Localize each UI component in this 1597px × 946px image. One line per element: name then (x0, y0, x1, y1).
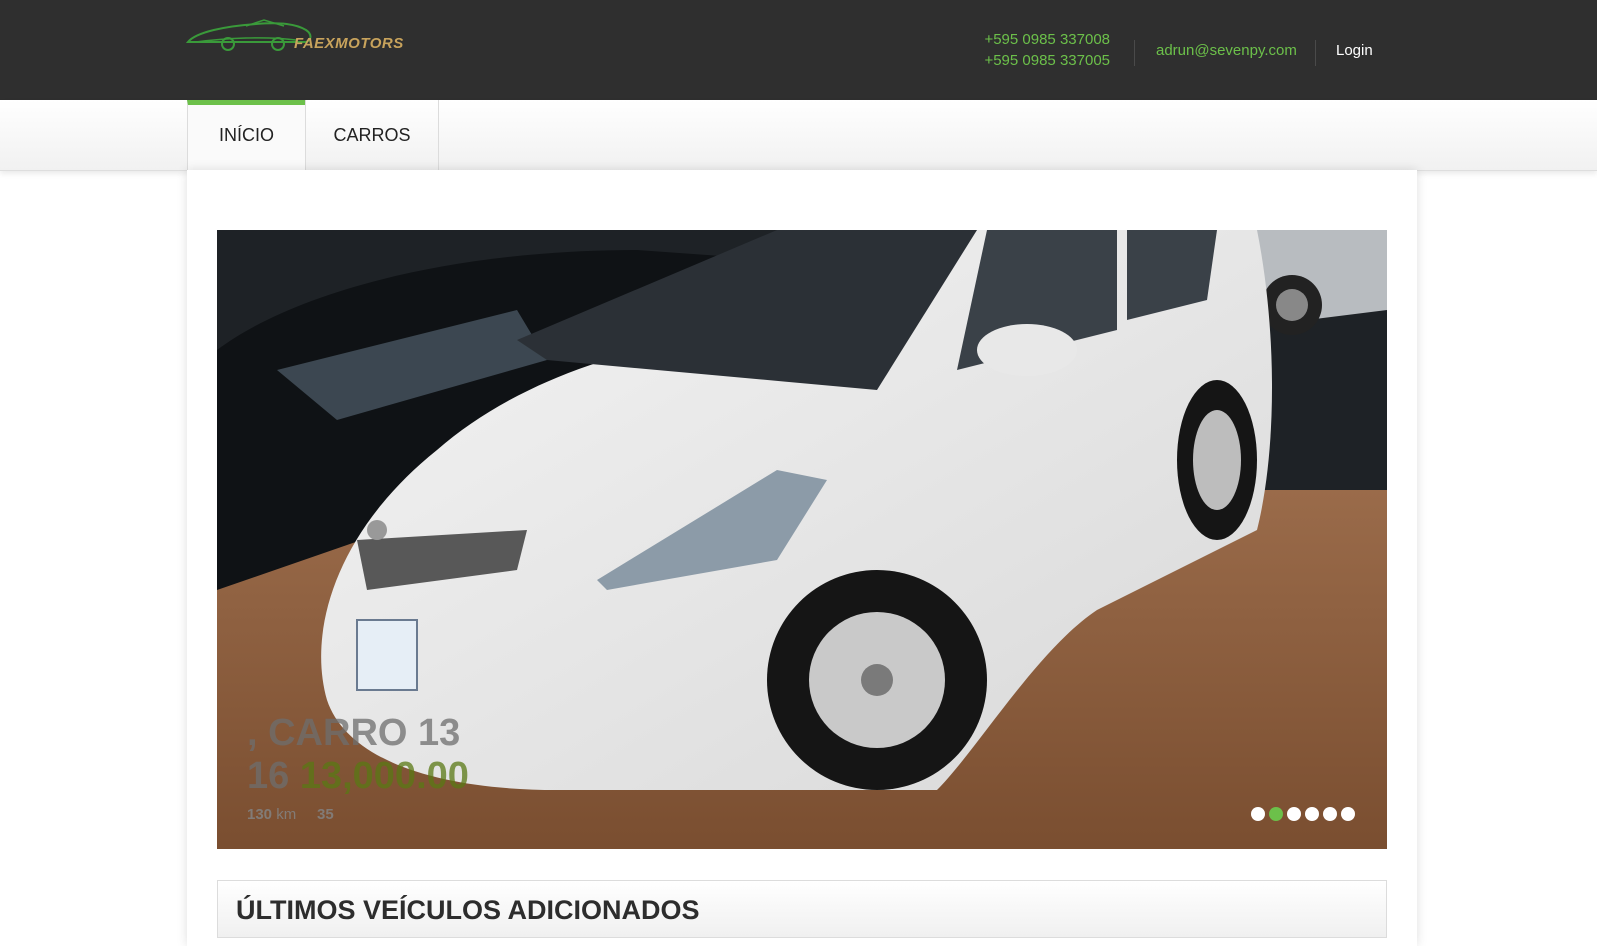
slider-dot-3[interactable] (1287, 807, 1301, 821)
slide-caption-price: 16 13,000.00 (247, 755, 469, 798)
header-divider (1315, 40, 1316, 66)
latest-vehicles-header: ÚLTIMOS VEÍCULOS ADICIONADOS (217, 880, 1387, 938)
phone-1[interactable]: +595 0985 337008 (982, 29, 1110, 50)
slider-dot-2[interactable] (1269, 807, 1283, 821)
slide-extra-value: 35 (317, 806, 334, 823)
header-divider (1134, 40, 1135, 66)
slide-caption-meta: 130 km 35 (247, 806, 334, 823)
section-title: ÚLTIMOS VEÍCULOS ADICIONADOS (236, 895, 700, 925)
phone-2[interactable]: +595 0985 337005 (982, 50, 1110, 71)
slide-caption-amount: 13,000.00 (299, 755, 469, 797)
slider-dot-6[interactable] (1341, 807, 1355, 821)
contact-email[interactable]: adrun@sevenpy.com (1156, 42, 1297, 59)
slide-caption-year: 16 (247, 755, 290, 797)
mileage-value: 130 (247, 806, 273, 823)
slider-dot-4[interactable] (1305, 807, 1319, 821)
slider-dot-1[interactable] (1251, 807, 1265, 821)
contact-phones: +595 0985 337008 +595 0985 337005 (982, 29, 1110, 71)
slider-dot-5[interactable] (1323, 807, 1337, 821)
mileage-unit: km (276, 806, 297, 823)
login-link[interactable]: Login (1336, 42, 1373, 59)
top-header: FAEXMOTORS +595 0985 337008 +595 0985 33… (0, 0, 1597, 100)
featured-car-slider[interactable]: , CARRO 13 16 13,000.00 130 km 35 (217, 230, 1387, 849)
brand-name[interactable]: FAEXMOTORS (294, 35, 404, 52)
slide-caption-title[interactable]: , CARRO 13 (247, 712, 460, 755)
nav-tab-inicio[interactable]: INÍCIO (187, 100, 306, 170)
main-nav: INÍCIO CARROS (0, 100, 1597, 171)
slider-pagination (1251, 807, 1359, 823)
nav-tab-carros[interactable]: CARROS (305, 100, 439, 170)
